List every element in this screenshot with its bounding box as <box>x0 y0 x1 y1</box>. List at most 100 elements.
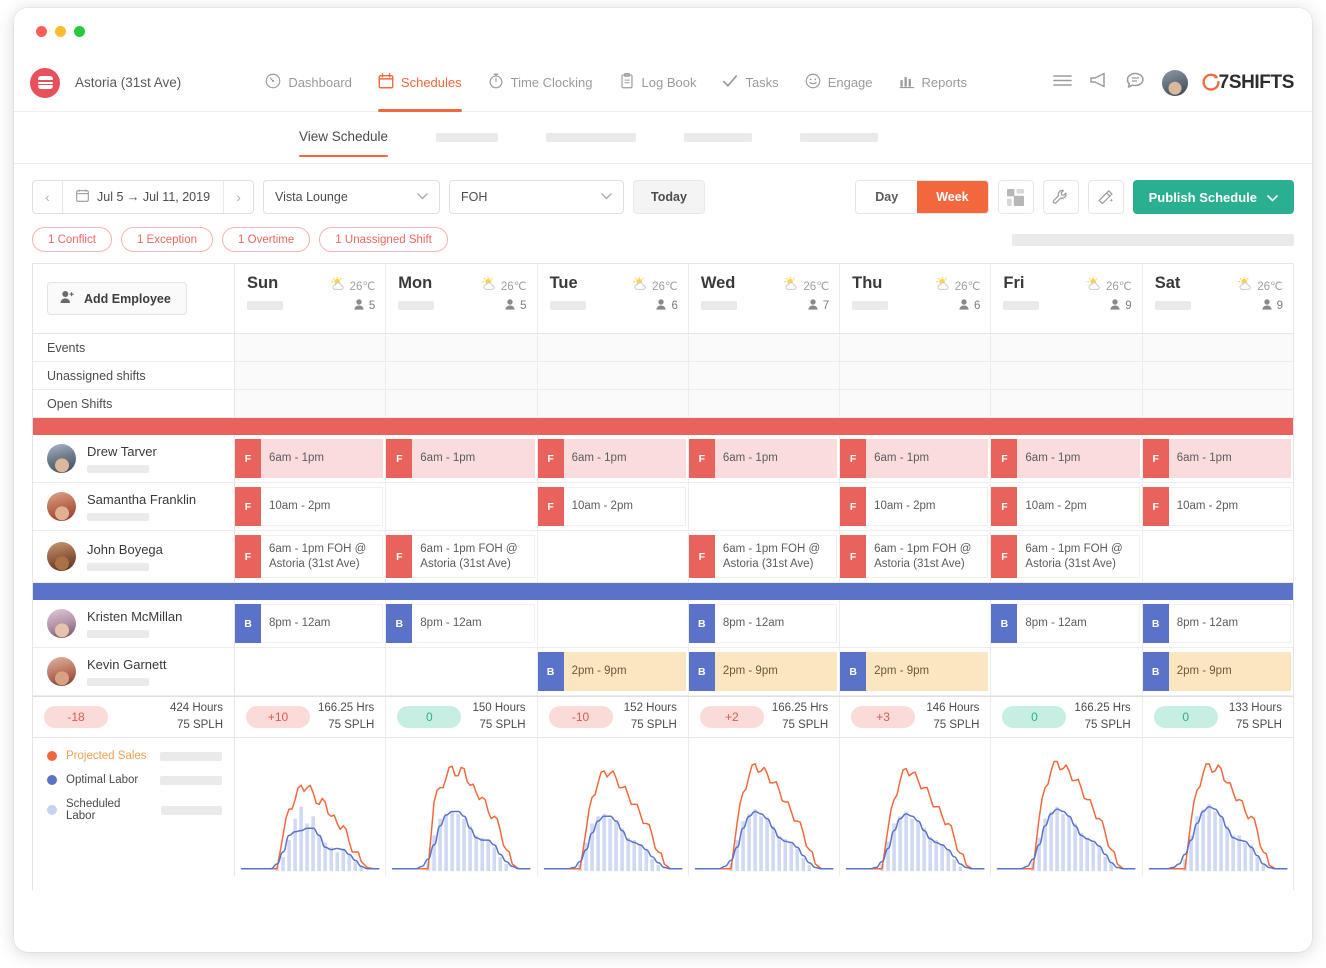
shift-cell[interactable]: F6am - 1pm <box>840 435 991 482</box>
static-row-cell[interactable] <box>386 334 537 361</box>
nav-item-reports[interactable]: Reports <box>899 54 968 112</box>
alert-chip[interactable]: 1 Overtime <box>222 227 310 252</box>
static-row-cell[interactable] <box>840 334 991 361</box>
shift-cell[interactable]: F6am - 1pm <box>991 435 1142 482</box>
static-row-cell[interactable] <box>689 362 840 389</box>
shift-cell-empty[interactable] <box>1143 531 1293 582</box>
static-row-cell[interactable] <box>538 362 689 389</box>
menu-icon[interactable] <box>1053 74 1072 92</box>
tab-placeholder-3[interactable] <box>684 133 752 142</box>
static-row-cell[interactable] <box>689 334 840 361</box>
shift-cell[interactable]: B8pm - 12am <box>1143 600 1293 647</box>
shift-cell[interactable]: B2pm - 9pm <box>538 648 689 695</box>
location-name[interactable]: Astoria (31st Ave) <box>75 75 181 90</box>
tab-view-schedule[interactable]: View Schedule <box>299 129 388 146</box>
shift-cell[interactable]: B2pm - 9pm <box>1143 648 1293 695</box>
shift-cell[interactable]: F6am - 1pm <box>538 435 689 482</box>
shift-cell[interactable]: B8pm - 12am <box>991 600 1142 647</box>
shift-cell[interactable]: B8pm - 12am <box>689 600 840 647</box>
static-row-cell[interactable] <box>235 334 386 361</box>
shift-cell[interactable]: B2pm - 9pm <box>840 648 991 695</box>
shift-cell[interactable]: F10am - 2pm <box>1143 483 1293 530</box>
next-week-button[interactable]: › <box>223 181 253 213</box>
static-row-cell[interactable] <box>991 362 1142 389</box>
shift-cell-empty[interactable] <box>386 648 537 695</box>
shift-cell[interactable]: B8pm - 12am <box>386 600 537 647</box>
shift-cell[interactable]: F6am - 1pm <box>1143 435 1293 482</box>
minimize-window-dot[interactable] <box>55 26 66 37</box>
shift-cell[interactable]: F10am - 2pm <box>235 483 386 530</box>
shift-cell[interactable]: B8pm - 12am <box>235 600 386 647</box>
alert-chip[interactable]: 1 Conflict <box>32 227 112 252</box>
shift-cell-empty[interactable] <box>689 483 840 530</box>
shift-cell-empty[interactable] <box>991 648 1142 695</box>
view-mode-day[interactable]: Day <box>856 181 917 213</box>
static-row-cell[interactable] <box>235 362 386 389</box>
staff-count: 9 <box>1262 299 1283 313</box>
shift-cell[interactable]: F10am - 2pm <box>538 483 689 530</box>
megaphone-icon[interactable] <box>1089 72 1109 93</box>
static-row-cell[interactable] <box>689 390 840 417</box>
add-employee-button[interactable]: Add Employee <box>47 282 187 315</box>
grid-layout-icon[interactable] <box>998 180 1034 214</box>
static-row-cell[interactable] <box>386 390 537 417</box>
shift-cell[interactable]: F6am - 1pm <box>386 435 537 482</box>
shift-cell[interactable]: F6am - 1pm FOH @ Astoria (31st Ave) <box>235 531 386 582</box>
previous-week-button[interactable]: ‹ <box>33 181 63 213</box>
tab-placeholder-2[interactable] <box>546 133 636 142</box>
employee-label-cell[interactable]: Drew Tarver <box>33 435 235 482</box>
shift-cell[interactable]: F6am - 1pm FOH @ Astoria (31st Ave) <box>689 531 840 582</box>
publish-schedule-button[interactable]: Publish Schedule <box>1133 180 1294 214</box>
shift-cell[interactable]: F6am - 1pm FOH @ Astoria (31st Ave) <box>991 531 1142 582</box>
magic-wand-icon[interactable] <box>1088 180 1124 214</box>
shift-cell[interactable]: B2pm - 9pm <box>689 648 840 695</box>
nav-item-schedules[interactable]: Schedules <box>378 54 462 112</box>
static-row-cell[interactable] <box>1143 390 1293 417</box>
alert-chip[interactable]: 1 Unassigned Shift <box>319 227 448 252</box>
static-row-cell[interactable] <box>538 334 689 361</box>
static-row-cell[interactable] <box>538 390 689 417</box>
shift-cell[interactable]: F10am - 2pm <box>991 483 1142 530</box>
shift-cell[interactable]: F6am - 1pm <box>689 435 840 482</box>
employee-label-cell[interactable]: Kristen McMillan <box>33 600 235 647</box>
nav-item-engage[interactable]: Engage <box>805 54 873 112</box>
employee-label-cell[interactable]: Samantha Franklin <box>33 483 235 530</box>
nav-item-log-book[interactable]: Log Book <box>619 54 697 112</box>
user-avatar[interactable] <box>1162 70 1188 96</box>
nav-item-dashboard[interactable]: Dashboard <box>265 54 352 112</box>
shift-cell-empty[interactable] <box>386 483 537 530</box>
shift-cell[interactable]: F6am - 1pm FOH @ Astoria (31st Ave) <box>840 531 991 582</box>
tab-placeholder-1[interactable] <box>436 133 498 142</box>
static-row-cell[interactable] <box>1143 362 1293 389</box>
static-row-cell[interactable] <box>235 390 386 417</box>
shift-cell[interactable]: F6am - 1pm FOH @ Astoria (31st Ave) <box>386 531 537 582</box>
static-row-cell[interactable] <box>991 334 1142 361</box>
employee-label-cell[interactable]: John Boyega <box>33 531 235 582</box>
shift-cell-empty[interactable] <box>538 531 689 582</box>
view-mode-week[interactable]: Week <box>917 181 987 213</box>
nav-item-time-clocking[interactable]: Time Clocking <box>488 54 593 112</box>
nav-item-tasks[interactable]: Tasks <box>722 54 778 112</box>
date-range-display[interactable]: Jul 5 → Jul 11, 2019 <box>63 189 223 205</box>
static-row-cell[interactable] <box>840 362 991 389</box>
shift-cell[interactable]: F10am - 2pm <box>840 483 991 530</box>
static-row-cell[interactable] <box>991 390 1142 417</box>
maximize-window-dot[interactable] <box>74 26 85 37</box>
employee-label-cell[interactable]: Kevin Garnett <box>33 648 235 695</box>
department-select[interactable]: FOH <box>449 180 624 214</box>
shift-cell-empty[interactable] <box>840 600 991 647</box>
today-button[interactable]: Today <box>633 180 705 214</box>
alert-chip[interactable]: 1 Exception <box>121 227 213 252</box>
venue-select[interactable]: Vista Lounge <box>263 180 440 214</box>
static-row-cell[interactable] <box>386 362 537 389</box>
close-window-dot[interactable] <box>36 26 47 37</box>
shift-cell-empty[interactable] <box>235 648 386 695</box>
tab-placeholder-4[interactable] <box>800 133 878 142</box>
burger-logo-icon[interactable] <box>30 68 60 98</box>
shift-cell-empty[interactable] <box>538 600 689 647</box>
chat-icon[interactable] <box>1126 72 1145 94</box>
static-row-cell[interactable] <box>840 390 991 417</box>
static-row-cell[interactable] <box>1143 334 1293 361</box>
shift-cell[interactable]: F6am - 1pm <box>235 435 386 482</box>
wrench-icon[interactable] <box>1043 180 1079 214</box>
